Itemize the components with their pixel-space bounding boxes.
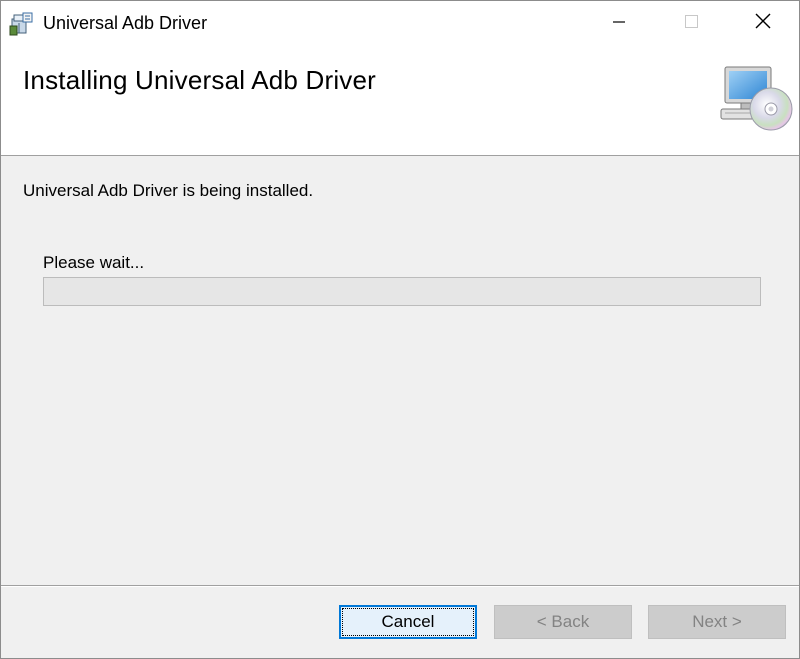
installer-window: Universal Adb Driver Installing Universa… <box>0 0 800 659</box>
close-button[interactable] <box>727 1 799 45</box>
minimize-button[interactable] <box>583 1 655 45</box>
maximize-icon <box>682 12 700 35</box>
install-progress-bar <box>43 277 761 306</box>
page-title: Installing Universal Adb Driver <box>23 65 377 95</box>
back-button-label: < Back <box>536 612 590 631</box>
install-status-text: Universal Adb Driver is being installed. <box>23 181 314 200</box>
back-button[interactable]: < Back <box>494 605 632 639</box>
installer-box-icon <box>9 11 35 37</box>
cancel-button-label: Cancel <box>381 612 435 631</box>
next-button-label: Next > <box>692 612 742 631</box>
close-icon <box>753 11 773 36</box>
maximize-button[interactable] <box>655 1 727 45</box>
footer-divider <box>1 585 799 587</box>
title-bar[interactable]: Universal Adb Driver <box>1 1 799 45</box>
minimize-icon <box>610 12 628 35</box>
header-banner: Installing Universal Adb Driver <box>1 45 799 156</box>
computer-cd-icon <box>717 63 793 135</box>
next-button[interactable]: Next > <box>648 605 786 639</box>
window-title: Universal Adb Driver <box>43 13 208 33</box>
cancel-button[interactable]: Cancel <box>339 605 477 639</box>
please-wait-label: Please wait... <box>43 253 145 272</box>
